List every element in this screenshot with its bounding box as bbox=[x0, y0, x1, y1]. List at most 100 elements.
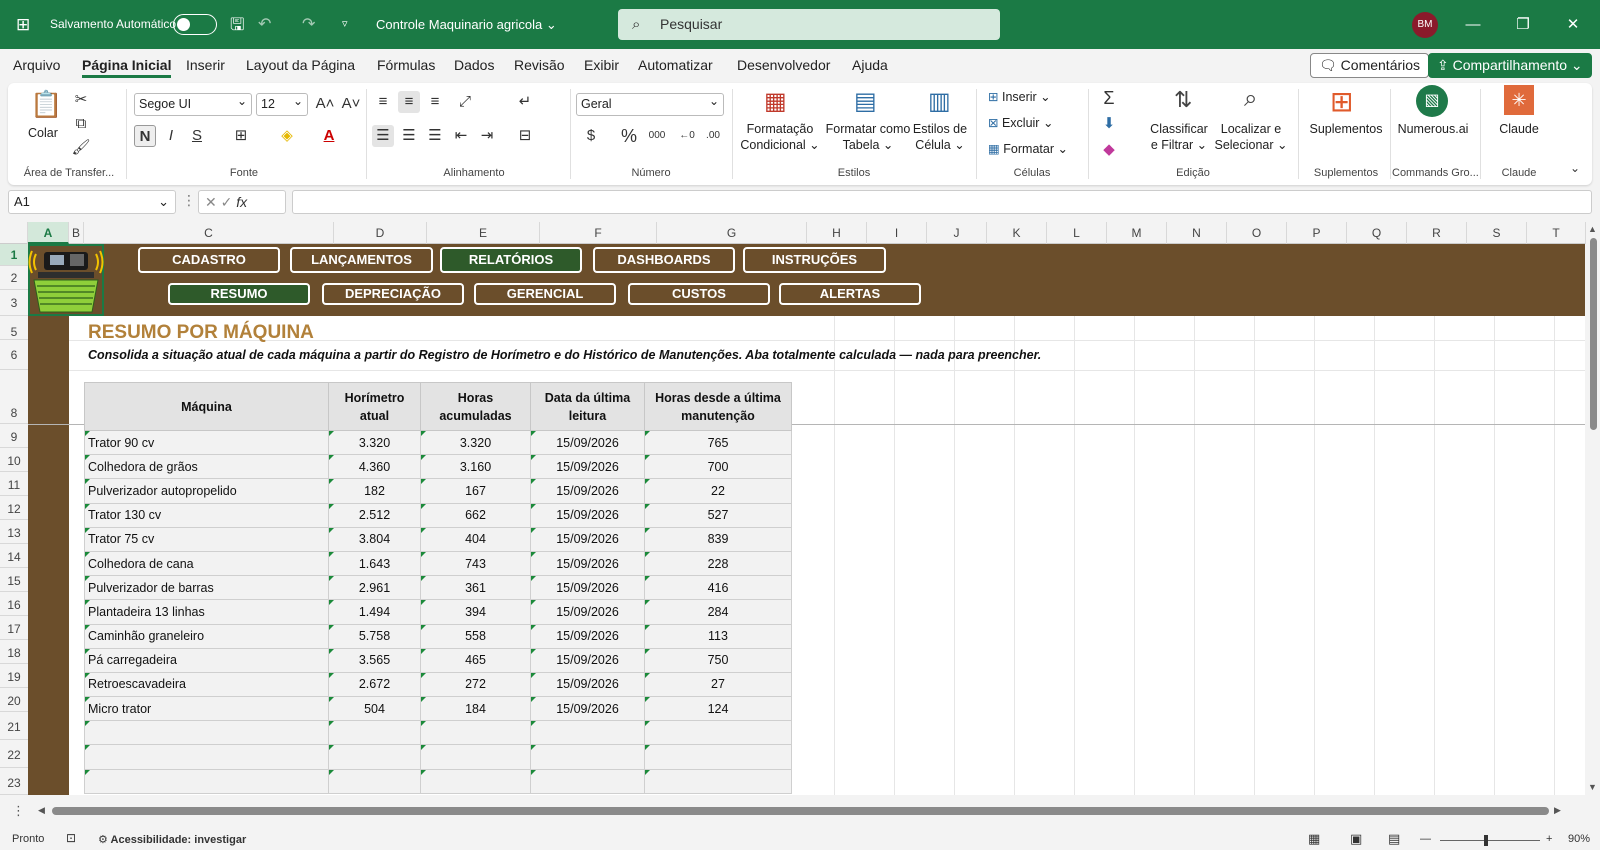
cell-value[interactable]: 404 bbox=[420, 526, 531, 552]
tab-pagina-inicial[interactable]: Página Inicial bbox=[82, 57, 172, 78]
cell-value[interactable]: 4.360 bbox=[328, 454, 421, 480]
cell-value[interactable] bbox=[644, 720, 792, 746]
nav-depreciacao-button[interactable]: DEPRECIAÇÃO bbox=[322, 283, 464, 305]
tab-formulas[interactable]: Fórmulas bbox=[377, 57, 435, 73]
cell-value[interactable]: 15/09/2026 bbox=[530, 478, 645, 504]
row-header[interactable]: 17 bbox=[0, 616, 28, 640]
row-header[interactable]: 6 bbox=[0, 340, 28, 370]
cell-value[interactable]: 416 bbox=[644, 575, 792, 601]
accessibility-status[interactable]: ⚙ Acessibilidade: investigar bbox=[98, 833, 246, 846]
fill-color-icon[interactable]: ◈ bbox=[276, 125, 298, 147]
scroll-right-icon[interactable]: ▶ bbox=[1554, 805, 1561, 816]
tab-revisao[interactable]: Revisão bbox=[514, 57, 565, 73]
cell-machine[interactable]: Trator 90 cv bbox=[84, 429, 329, 456]
cell-value[interactable] bbox=[420, 720, 531, 746]
row-header[interactable]: 18 bbox=[0, 640, 28, 664]
underline-button[interactable]: S bbox=[186, 125, 208, 147]
cell-value[interactable] bbox=[530, 768, 645, 794]
cell-value[interactable]: 2.672 bbox=[328, 671, 421, 698]
cell-value[interactable]: 184 bbox=[420, 696, 531, 722]
tab-desenvolvedor[interactable]: Desenvolvedor bbox=[737, 57, 830, 73]
zoom-out-icon[interactable]: — bbox=[1420, 833, 1431, 845]
decrease-indent-icon[interactable]: ⇤ bbox=[450, 125, 472, 147]
number-format-select[interactable]: Geral bbox=[576, 91, 724, 116]
row-header[interactable]: 12 bbox=[0, 496, 28, 520]
cell-value[interactable] bbox=[530, 720, 645, 746]
align-center-icon[interactable]: ☰ bbox=[398, 125, 420, 147]
merge-center-icon[interactable]: ⊟ bbox=[514, 125, 536, 147]
cell-value[interactable]: 15/09/2026 bbox=[530, 429, 645, 456]
increase-font-icon[interactable]: A˄ bbox=[314, 93, 336, 115]
scroll-left-icon[interactable]: ◀ bbox=[38, 805, 45, 816]
column-header[interactable]: J bbox=[927, 222, 987, 244]
cell-machine[interactable]: Pulverizador de barras bbox=[84, 575, 329, 601]
bold-button[interactable]: N bbox=[134, 125, 156, 147]
horizontal-scroll-thumb[interactable] bbox=[52, 807, 1549, 815]
macro-record-icon[interactable]: ⊡ bbox=[66, 831, 76, 845]
increase-indent-icon[interactable]: ⇥ bbox=[476, 125, 498, 147]
cell-value[interactable]: 15/09/2026 bbox=[530, 599, 645, 625]
column-header[interactable]: C bbox=[84, 222, 334, 244]
cell-value[interactable]: 3.160 bbox=[420, 454, 531, 480]
row-header[interactable]: 9 bbox=[0, 424, 28, 448]
row-header[interactable]: 3 bbox=[0, 290, 28, 316]
column-header[interactable]: T bbox=[1527, 222, 1586, 244]
column-header[interactable]: N bbox=[1167, 222, 1227, 244]
cell-value[interactable]: 167 bbox=[420, 478, 531, 504]
nav-resumo-button[interactable]: RESUMO bbox=[168, 283, 310, 305]
cell-value[interactable] bbox=[644, 744, 792, 770]
cell-machine[interactable]: Pá carregadeira bbox=[84, 647, 329, 673]
cell-machine[interactable] bbox=[84, 744, 329, 770]
tab-ajuda[interactable]: Ajuda bbox=[852, 57, 888, 73]
column-header[interactable]: O bbox=[1227, 222, 1287, 244]
nav-gerencial-button[interactable]: GERENCIAL bbox=[474, 283, 616, 305]
cell-machine[interactable]: Pulverizador autopropelido bbox=[84, 478, 329, 504]
font-color-icon[interactable]: A bbox=[318, 125, 340, 147]
wrap-text-icon[interactable]: ↵ bbox=[514, 91, 536, 113]
claude-icon[interactable]: ✳ bbox=[1504, 85, 1534, 115]
comments-button[interactable]: 🗨 Comentários bbox=[1310, 53, 1430, 78]
addins-button[interactable]: Suplementos bbox=[1306, 121, 1386, 137]
cell-value[interactable]: 527 bbox=[644, 502, 792, 528]
close-icon[interactable]: ✕ bbox=[1550, 0, 1596, 49]
column-header[interactable]: Q bbox=[1347, 222, 1407, 244]
cell-machine[interactable]: Caminhão graneleiro bbox=[84, 623, 329, 649]
fill-icon[interactable]: ⬇ bbox=[1098, 113, 1120, 135]
font-size-select[interactable]: 12 bbox=[256, 91, 308, 116]
row-header[interactable]: 16 bbox=[0, 592, 28, 616]
cell-value[interactable]: 662 bbox=[420, 502, 531, 528]
insert-cells-button[interactable]: ⊞ Inserir ⌄ bbox=[988, 89, 1051, 105]
collapse-ribbon-icon[interactable]: ⌄ bbox=[1564, 157, 1586, 179]
cell-value[interactable]: 15/09/2026 bbox=[530, 502, 645, 528]
row-header[interactable]: 15 bbox=[0, 568, 28, 592]
cell-machine[interactable] bbox=[84, 768, 329, 794]
column-header[interactable]: S bbox=[1467, 222, 1527, 244]
cell-value[interactable]: 228 bbox=[644, 550, 792, 577]
zoom-in-icon[interactable]: + bbox=[1546, 833, 1552, 845]
nav-alertas-button[interactable]: ALERTAS bbox=[779, 283, 921, 305]
claude-button[interactable]: Claude bbox=[1488, 121, 1550, 137]
row-header[interactable]: 1 bbox=[0, 244, 28, 266]
row-header[interactable]: 5 bbox=[0, 316, 28, 340]
cell-value[interactable]: 839 bbox=[644, 526, 792, 552]
cell-value[interactable]: 182 bbox=[328, 478, 421, 504]
delete-cells-button[interactable]: ⊠ Excluir ⌄ bbox=[988, 115, 1053, 131]
cell-value[interactable]: 1.494 bbox=[328, 599, 421, 625]
cell-value[interactable]: 558 bbox=[420, 623, 531, 649]
column-header[interactable]: K bbox=[987, 222, 1047, 244]
undo-icon[interactable]: ↶ bbox=[258, 0, 271, 49]
cell-value[interactable]: 504 bbox=[328, 696, 421, 722]
cell-value[interactable]: 15/09/2026 bbox=[530, 647, 645, 673]
search-box[interactable]: ⌕ Pesquisar bbox=[618, 9, 1000, 40]
column-header[interactable]: A bbox=[28, 222, 69, 244]
thousands-icon[interactable]: 000 bbox=[646, 125, 668, 147]
row-header[interactable]: 20 bbox=[0, 688, 28, 712]
tab-automatizar[interactable]: Automatizar bbox=[638, 57, 713, 73]
format-table-button[interactable]: Formatar como Tabela ⌄ bbox=[824, 121, 912, 153]
minimize-icon[interactable]: — bbox=[1450, 0, 1496, 49]
column-header[interactable]: F bbox=[540, 222, 657, 244]
cell-value[interactable]: 3.565 bbox=[328, 647, 421, 673]
cell-value[interactable]: 15/09/2026 bbox=[530, 696, 645, 722]
italic-button[interactable]: I bbox=[160, 125, 182, 147]
cell-value[interactable] bbox=[328, 768, 421, 794]
